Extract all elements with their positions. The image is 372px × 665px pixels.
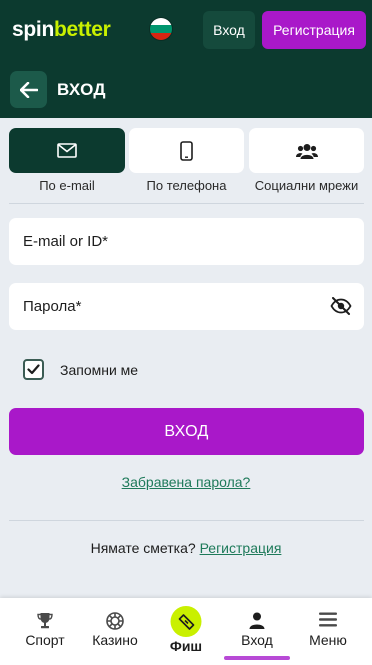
nav-label-casino: Казино xyxy=(92,632,138,648)
users-icon xyxy=(295,143,318,159)
nav-label-login: Вход xyxy=(241,632,273,648)
chip-icon xyxy=(106,612,124,630)
forgot-password-link[interactable]: Забравена парола? xyxy=(0,474,372,490)
check-icon xyxy=(27,364,40,375)
password-field[interactable]: Парола* xyxy=(9,283,364,330)
email-field[interactable]: E-mail or ID* xyxy=(9,218,364,265)
nav-label-menu: Меню xyxy=(309,632,347,648)
divider xyxy=(9,520,364,521)
sub-header: ВХОД xyxy=(0,62,372,118)
nav-item-casino[interactable]: Казино xyxy=(78,598,152,665)
ticket-icon xyxy=(178,613,194,630)
nav-item-menu[interactable]: Меню xyxy=(291,598,365,665)
no-account-row: Нямате сметка? Регистрация xyxy=(0,540,372,556)
envelope-icon xyxy=(57,143,77,158)
register-link[interactable]: Регистрация xyxy=(200,540,282,556)
eye-slash-icon[interactable] xyxy=(330,297,352,315)
remember-checkbox[interactable] xyxy=(23,359,44,380)
nav-item-betslip[interactable]: Фиш xyxy=(149,598,223,665)
email-field-placeholder: E-mail or ID* xyxy=(23,233,109,250)
bulgarian-flag-icon[interactable] xyxy=(149,17,173,41)
user-icon xyxy=(249,612,265,629)
menu-icon xyxy=(319,612,337,627)
tab-email[interactable] xyxy=(9,128,125,173)
back-button[interactable] xyxy=(10,71,47,108)
tab-social[interactable] xyxy=(249,128,364,173)
logo-spin-text: spin xyxy=(12,18,54,41)
logo[interactable]: spinbetter xyxy=(12,18,111,42)
logo-better-text: better xyxy=(53,18,111,41)
no-account-text: Нямате сметка? xyxy=(90,540,196,556)
password-field-placeholder: Парола* xyxy=(23,298,82,315)
submit-login-button[interactable]: ВХОД xyxy=(9,408,364,455)
nav-item-login[interactable]: Вход xyxy=(220,598,294,665)
ticket-badge xyxy=(170,606,202,637)
page-title: ВХОД xyxy=(57,80,106,99)
login-button[interactable]: Вход xyxy=(203,11,255,49)
divider xyxy=(9,203,364,204)
trophy-icon xyxy=(37,613,53,629)
tab-phone[interactable] xyxy=(129,128,244,173)
top-bar: spinbetter Вход Регистрация xyxy=(0,0,372,62)
tab-social-label: Социални мрежи xyxy=(254,178,359,193)
nav-label-sport: Спорт xyxy=(25,632,65,648)
arrow-left-icon xyxy=(19,81,38,98)
active-nav-indicator xyxy=(224,656,290,660)
register-button[interactable]: Регистрация xyxy=(262,11,366,49)
tab-email-label: По e-mail xyxy=(39,178,95,193)
bottom-nav: Спорт Казино Фиш Вход Меню xyxy=(0,598,372,665)
nav-item-sport[interactable]: Спорт xyxy=(8,598,82,665)
nav-label-betslip: Фиш xyxy=(169,638,203,654)
remember-label[interactable]: Запомни ме xyxy=(60,362,138,378)
tab-phone-label: По телефона xyxy=(146,178,227,193)
phone-icon xyxy=(180,140,193,161)
